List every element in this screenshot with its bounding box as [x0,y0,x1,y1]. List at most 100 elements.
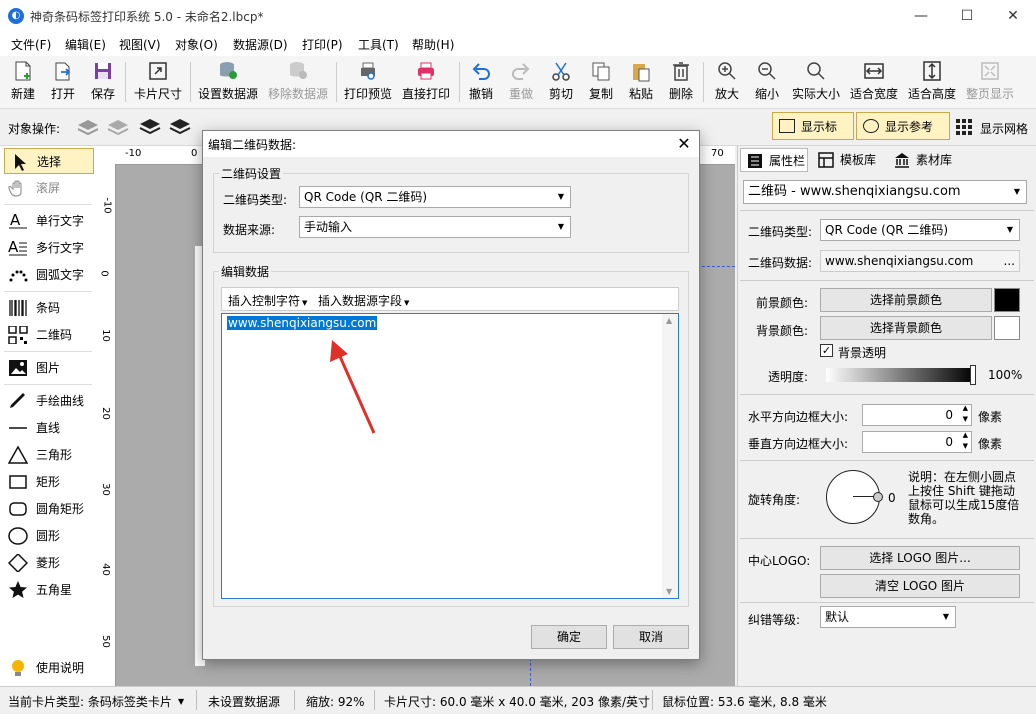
toolbar-separator [125,62,126,102]
paste-button[interactable]: 粘贴 [626,58,656,106]
app-logo-icon: ◐ [8,8,24,24]
tool-circle[interactable]: 圆形 [4,523,94,549]
tool-pan[interactable]: 滚屏 [4,175,94,201]
fit-height-button[interactable]: 适合高度 [906,58,958,106]
selected-data-text[interactable]: www.shenqixiangsu.com [227,316,378,330]
scroll-down-icon[interactable]: ▼ [666,587,672,596]
minimize-button[interactable]: — [898,0,944,32]
menu-view[interactable]: 视图(V) [119,36,161,53]
opacity-slider[interactable] [826,368,974,382]
tool-image[interactable]: 图片 [4,355,94,381]
opacity-slider-handle[interactable] [970,365,976,385]
select-fg-color-button[interactable]: 选择前景颜色 [820,288,992,312]
layer-up-icon[interactable] [76,117,100,137]
menu-object[interactable]: 对象(O) [175,36,218,53]
full-page-button[interactable]: 整页显示 [964,58,1016,106]
maximize-button[interactable]: ☐ [944,0,990,32]
undo-arrow-icon [472,63,490,80]
editor-scrollbar[interactable]: ▲ ▼ [662,314,678,598]
menu-file[interactable]: 文件(F) [11,36,51,53]
copy-button[interactable]: 复制 [586,58,616,106]
ecc-level-dropdown[interactable]: 默认 ▼ [820,606,956,628]
status-card-type[interactable]: 当前卡片类型: 条码标签类卡片 [8,693,172,710]
tool-multi-line-text[interactable]: A 多行文字 [4,235,94,261]
delete-button[interactable]: 删除 [666,58,696,106]
tool-single-line-text[interactable]: A 单行文字 [4,208,94,234]
tool-freehand[interactable]: 手绘曲线 [4,388,94,414]
insert-datasource-field-menu[interactable]: 插入数据源字段 ▼ [318,292,409,309]
menu-help[interactable]: 帮助(H) [412,36,454,53]
actual-size-button[interactable]: 实际大小 [790,58,842,106]
redo-button[interactable]: 重做 [506,58,536,106]
select-bg-color-button[interactable]: 选择背景颜色 [820,316,992,340]
bring-to-front-icon[interactable] [138,117,162,137]
tool-line[interactable]: 直线 [4,415,94,441]
bg-color-swatch[interactable] [994,316,1020,340]
menu-print[interactable]: 打印(P) [302,36,343,53]
tool-arc-text[interactable]: 圆弧文字 [4,262,94,288]
qr-type-dropdown[interactable]: QR Code (QR 二维码) ▼ [820,219,1020,241]
save-button[interactable]: 保存 [88,58,118,106]
menu-bar: 文件(F) 编辑(E) 视图(V) 对象(O) 数据源(D) 打印(P) 工具(… [0,32,1036,56]
main-toolbar: 新建 打开 保存 卡片尺寸 设置数据源 移除数据源 打印预览 直接打印 撤销 重… [0,56,1036,109]
print-preview-button[interactable]: 打印预览 [342,58,394,106]
clear-logo-button[interactable]: 清空 LOGO 图片 [820,574,1020,598]
insert-control-char-menu[interactable]: 插入控制字符 ▼ [228,292,307,309]
bg-transparent-checkbox[interactable]: ✓ [820,344,833,357]
v-border-spinner[interactable]: 0 ▲ ▼ [862,431,972,453]
new-button[interactable]: 新建 [8,58,38,106]
tool-star[interactable]: 五角星 [4,577,94,603]
tool-barcode[interactable]: 条码 [4,295,94,321]
tab-properties[interactable]: 属性栏 [740,148,808,172]
layer-down-icon[interactable] [106,117,130,137]
select-logo-button[interactable]: 选择 LOGO 图片... [820,546,1020,570]
rotation-dial-handle[interactable] [873,492,883,502]
dialog-qr-type-dropdown[interactable]: QR Code (QR 二维码) ▼ [299,186,571,208]
card-size-button[interactable]: 卡片尺寸 [132,58,184,106]
qr-data-textarea[interactable]: www.shenqixiangsu.com ▲ ▼ [221,313,679,599]
close-window-button[interactable]: ✕ [990,0,1036,32]
tool-qrcode[interactable]: 二维码 [4,322,94,348]
cut-button[interactable]: 剪切 [546,58,576,106]
fg-color-swatch[interactable] [994,288,1020,312]
chevron-down-icon: ▼ [1013,187,1020,196]
database-remove-icon [290,62,307,79]
tool-rounded-rectangle[interactable]: 圆角矩形 [4,496,94,522]
dialog-close-icon[interactable]: ✕ [669,131,699,157]
dialog-source-dropdown[interactable]: 手动输入 ▼ [299,216,571,238]
qr-data-more-button[interactable]: ... [1004,251,1015,271]
chevron-down-icon: ▼ [1006,225,1013,234]
rotation-dial[interactable] [826,470,883,524]
menu-datasource[interactable]: 数据源(D) [233,36,288,53]
object-selector-dropdown[interactable]: 二维码 - www.shenqixiangsu.com ▼ [743,180,1027,204]
direct-print-button[interactable]: 直接打印 [400,58,452,106]
cancel-button[interactable]: 取消 [613,625,689,649]
remove-datasource-button[interactable]: 移除数据源 [266,58,330,106]
tool-select[interactable]: 选择 [4,148,94,174]
card-type-dropdown-icon[interactable]: ▼ [178,697,184,706]
menu-edit[interactable]: 编辑(E) [65,36,106,53]
tool-triangle[interactable]: 三角形 [4,442,94,468]
tool-diamond[interactable]: 菱形 [4,550,94,576]
scroll-up-icon[interactable]: ▲ [666,316,672,325]
tool-help[interactable]: 使用说明 [4,655,94,681]
ok-button[interactable]: 确定 [531,625,607,649]
h-border-spinner[interactable]: 0 ▲ ▼ [862,404,972,426]
show-ruler-toggle[interactable]: 显示标尺 [772,112,854,162]
zoom-in-button[interactable]: 放大 [712,58,742,106]
undo-button[interactable]: 撤销 [466,58,496,106]
spinner-arrows-icon[interactable]: ▲ ▼ [963,405,968,425]
qr-data-field[interactable]: www.shenqixiangsu.com ... [820,250,1020,272]
menu-tools[interactable]: 工具(T) [358,36,399,53]
send-to-back-icon[interactable] [168,117,192,137]
spinner-arrows-icon[interactable]: ▲ ▼ [963,432,968,452]
tab-asset-library[interactable]: 素材库 [888,148,990,172]
open-button[interactable]: 打开 [48,58,78,106]
tool-rectangle[interactable]: 矩形 [4,469,94,495]
set-datasource-button[interactable]: 设置数据源 [196,58,260,106]
zoom-out-button[interactable]: 缩小 [752,58,782,106]
show-guides-toggle[interactable]: 显示参考线 [856,112,950,162]
star-icon [9,581,27,598]
fit-width-button[interactable]: 适合宽度 [848,58,900,106]
show-grid-toggle[interactable]: 显示网格 [956,117,1036,137]
